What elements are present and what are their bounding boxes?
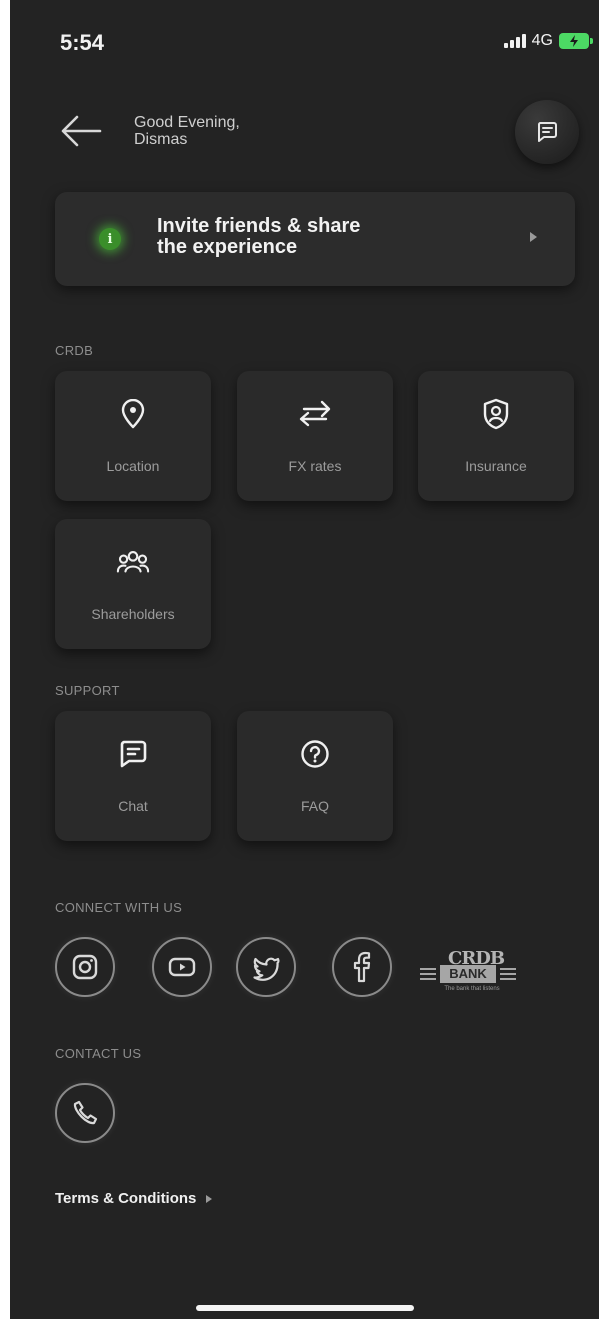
terms-conditions-link[interactable]: Terms & Conditions — [55, 1190, 213, 1207]
network-type: 4G — [531, 32, 553, 49]
crdb-bank-logo: CRDB BANK The bank that listens — [418, 948, 522, 998]
question-icon — [298, 737, 332, 771]
chevron-right-icon — [530, 232, 537, 242]
chat-icon — [116, 737, 150, 771]
tile-chat[interactable]: Chat — [55, 711, 211, 841]
tile-label: FX rates — [288, 458, 342, 474]
messages-button[interactable] — [515, 100, 579, 164]
location-pin-icon — [116, 397, 150, 431]
section-title-contact: CONTACT US — [55, 1046, 142, 1061]
tile-label: Insurance — [465, 458, 527, 474]
tile-fx-rates[interactable]: FX rates — [237, 371, 393, 501]
chevron-right-icon — [206, 1194, 213, 1203]
tile-shareholders[interactable]: Shareholders — [55, 519, 211, 649]
invite-title-line-2: the experience — [157, 236, 298, 258]
instagram-icon[interactable] — [55, 937, 115, 997]
tile-label: Chat — [118, 798, 148, 814]
people-group-icon — [116, 545, 150, 579]
tile-label: Shareholders — [91, 606, 175, 622]
shield-user-icon — [479, 397, 513, 431]
tile-faq[interactable]: FAQ — [237, 711, 393, 841]
exchange-arrows-icon — [298, 397, 332, 431]
invite-title: Invite friends & share the experience — [157, 216, 417, 258]
logo-bank-label: BANK — [440, 965, 496, 983]
logo-bars-left — [420, 968, 436, 981]
tile-label: Location — [106, 458, 160, 474]
tile-label: FAQ — [300, 798, 329, 814]
facebook-icon[interactable] — [332, 937, 392, 997]
logo-tagline: The bank that listens — [444, 986, 500, 992]
app-screen: 5:54 4G Good Evening, Dismas i Invite fr… — [10, 0, 599, 1319]
logo-bars-right — [500, 968, 516, 981]
status-bar: 5:54 4G — [10, 0, 599, 80]
header: Good Evening, Dismas — [10, 100, 599, 170]
section-title-crdb: CRDB — [55, 343, 94, 358]
twitter-icon[interactable] — [236, 937, 296, 997]
greeting-name: Dismas — [134, 131, 188, 148]
invite-title-line-1: Invite friends & share — [157, 215, 361, 237]
terms-label: Terms & Conditions — [55, 1190, 197, 1207]
section-title-connect: CONNECT WITH US — [55, 900, 183, 915]
back-arrow-icon[interactable] — [60, 114, 102, 148]
greeting-line-1: Good Evening, — [134, 114, 240, 131]
greeting: Good Evening, Dismas — [134, 114, 240, 148]
battery-charging-icon — [559, 33, 593, 49]
youtube-icon[interactable] — [152, 937, 212, 997]
message-icon — [537, 122, 557, 142]
info-icon: i — [99, 228, 121, 250]
invite-friends-banner[interactable]: i Invite friends & share the experience — [55, 192, 575, 286]
phone-icon[interactable] — [55, 1083, 115, 1143]
section-title-support: SUPPORT — [55, 683, 120, 698]
signal-icon — [503, 34, 526, 48]
home-indicator[interactable] — [196, 1305, 414, 1311]
status-time: 5:54 — [60, 30, 105, 55]
tile-insurance[interactable]: Insurance — [418, 371, 574, 501]
status-indicators: 4G — [503, 32, 593, 50]
tile-location[interactable]: Location — [55, 371, 211, 501]
